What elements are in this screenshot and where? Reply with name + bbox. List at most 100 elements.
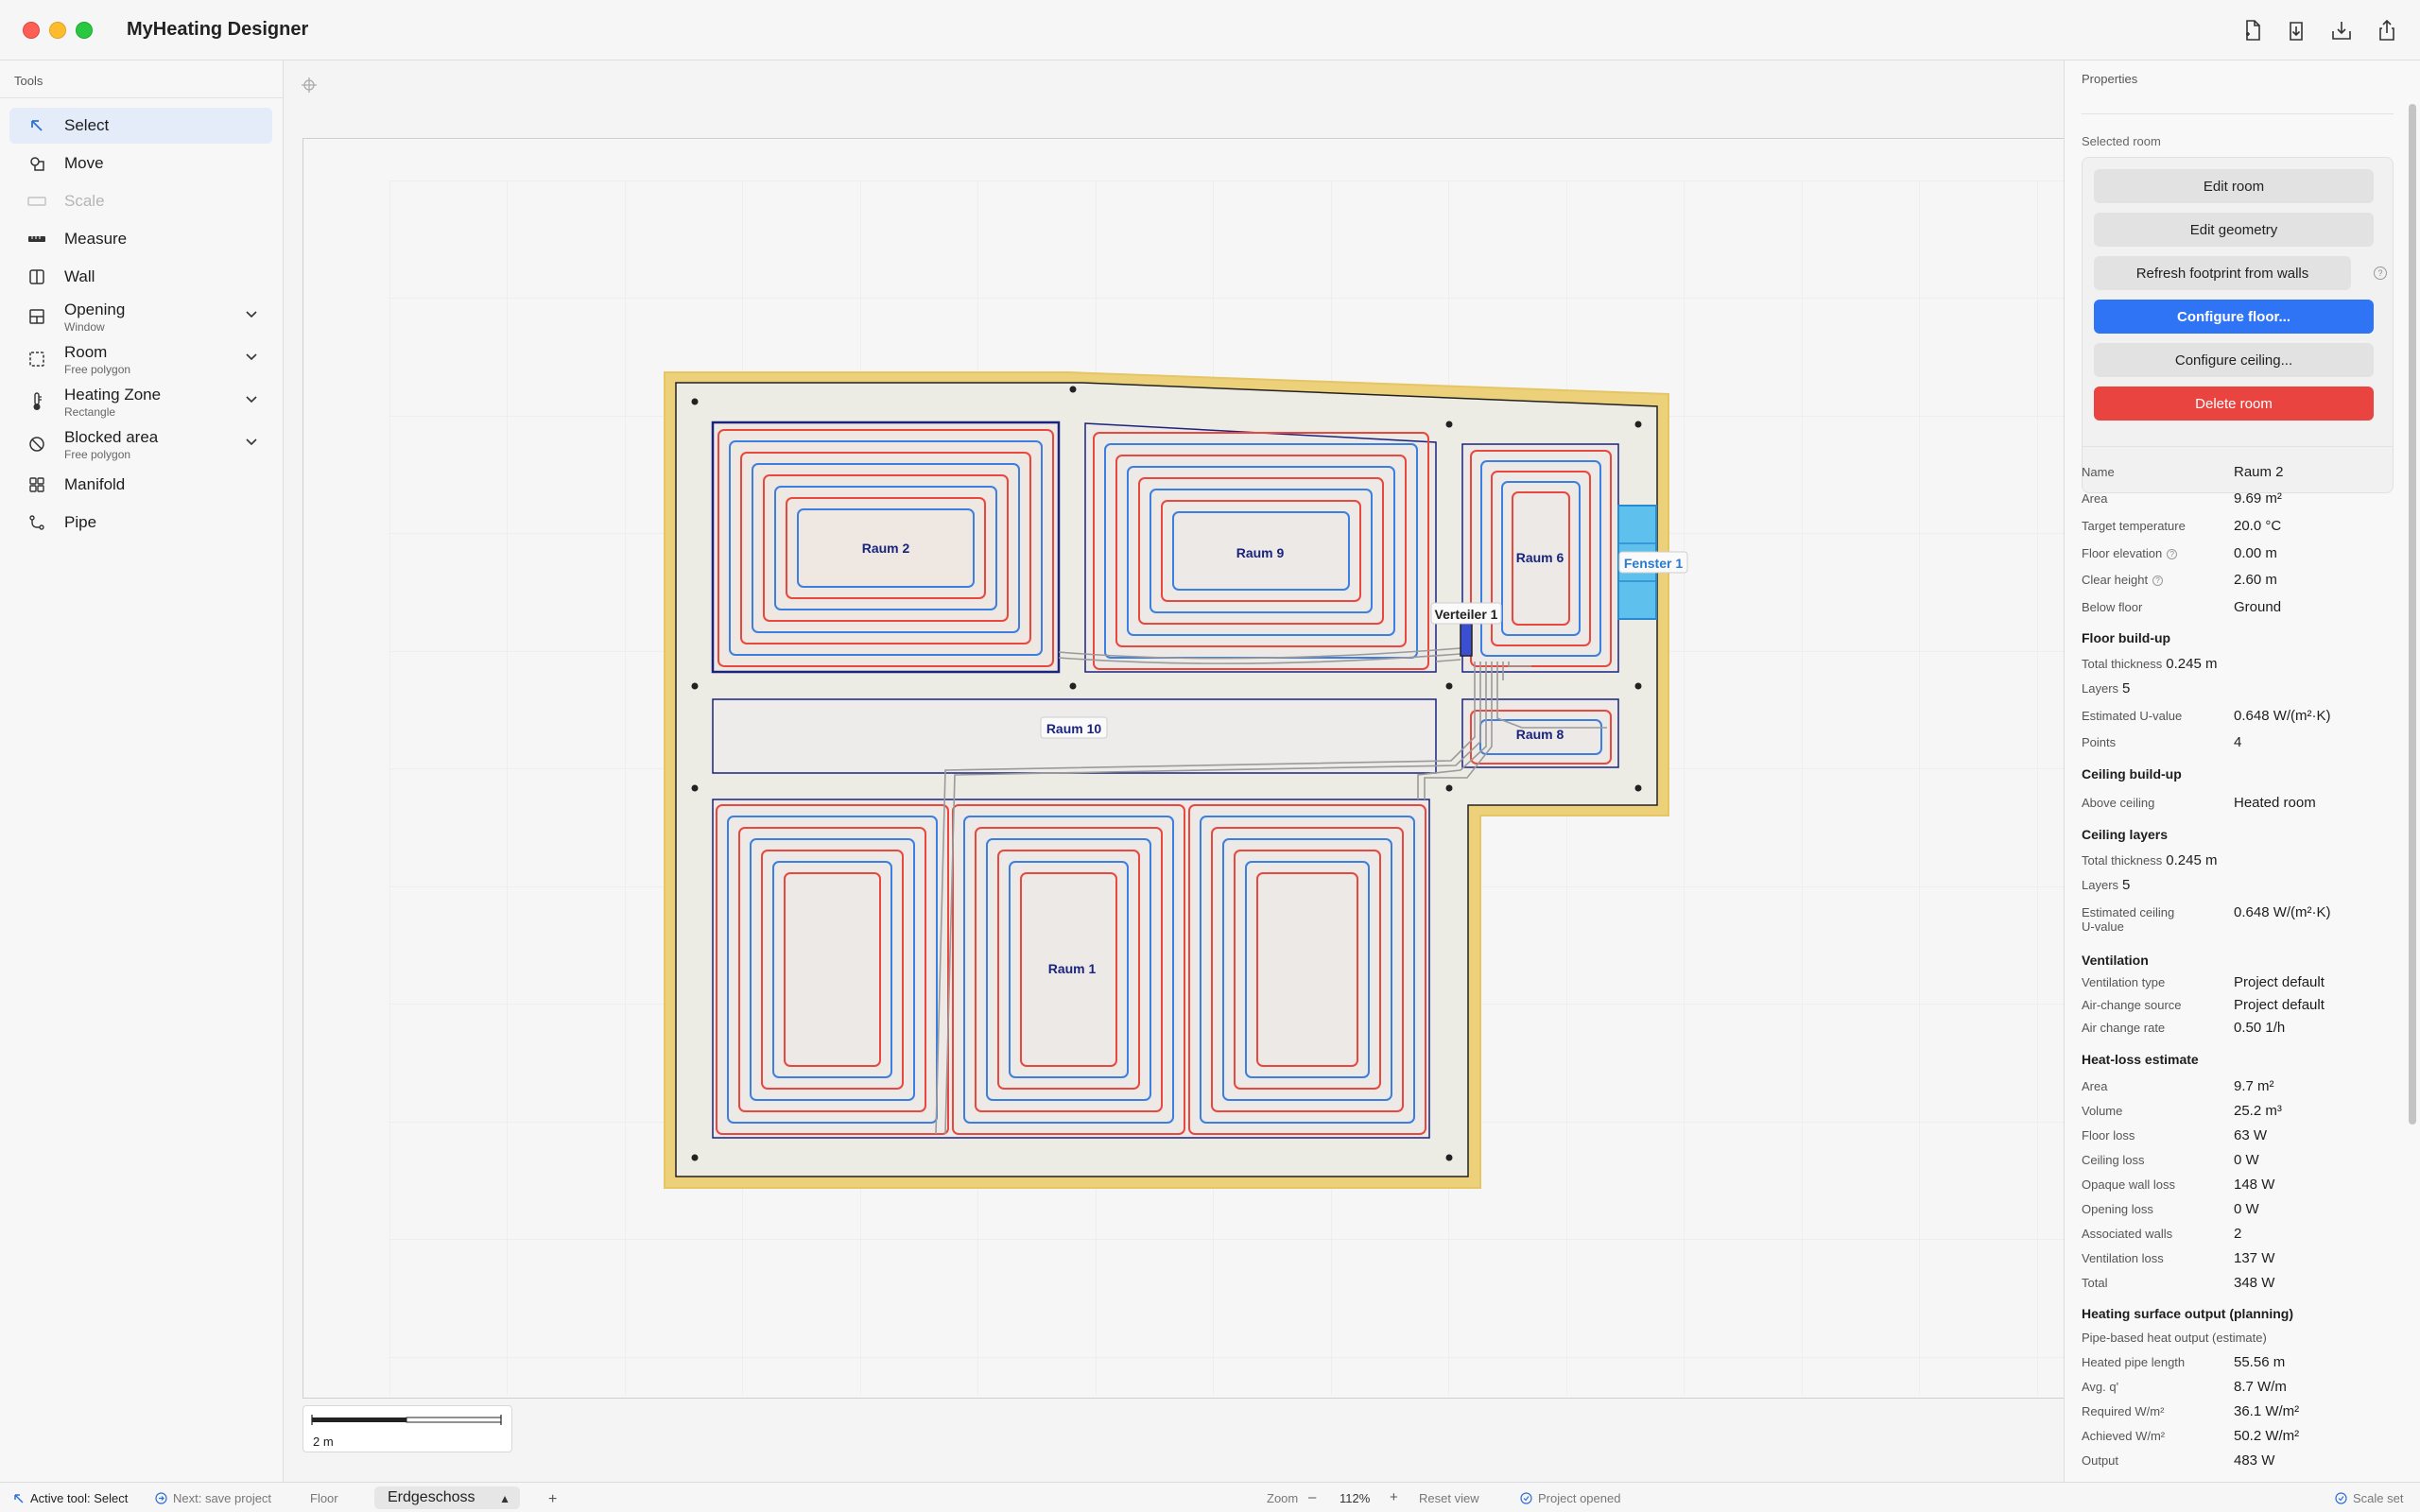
new-file-icon[interactable] — [2238, 15, 2268, 45]
label-raum-1: Raum 1 — [1048, 961, 1097, 976]
help-icon[interactable]: ? — [2374, 266, 2387, 280]
prop-points: Points 4 — [2082, 734, 2242, 750]
prop-hl-ventilation-loss: Ventilation loss 137 W — [2082, 1250, 2275, 1266]
properties-header: Properties — [2082, 72, 2138, 86]
wall-node — [1634, 784, 1642, 792]
zoom-out-button[interactable]: – — [1308, 1489, 1316, 1505]
heating-output-subtitle: Pipe-based heat output (estimate) — [2082, 1331, 2267, 1345]
prop-area: Area 9.69 m² — [2082, 490, 2282, 507]
wall-node — [1634, 421, 1642, 428]
prop-hl-total: Total 348 W — [2082, 1275, 2275, 1291]
status-bar: Active tool: Select Next: save project F… — [0, 1482, 2420, 1512]
label-raum-8: Raum 8 — [1516, 727, 1564, 742]
configure-ceiling-button[interactable]: Configure ceiling... — [2094, 343, 2374, 377]
prop-hl-associated-walls: Associated walls 2 — [2082, 1226, 2242, 1242]
wall-node — [1445, 421, 1453, 428]
arrow-circle-icon — [155, 1492, 167, 1504]
prop-hl-volume: Volume 25.2 m³ — [2082, 1103, 2282, 1119]
prop-floor-layers: Layers 5 — [2082, 680, 2131, 696]
floor-label: Floor — [310, 1491, 338, 1505]
active-tool-status: Active tool: Select — [13, 1491, 128, 1505]
scale-label: 2 m — [313, 1435, 334, 1449]
wall-node — [691, 784, 699, 792]
selected-room-label: Selected room — [2082, 134, 2161, 148]
ventilation-title: Ventilation — [2082, 953, 2149, 968]
prop-air-change-rate: Air change rate 0.50 1/h — [2082, 1020, 2286, 1036]
check-circle-icon — [1520, 1492, 1532, 1504]
heating-output-title: Heating surface output (planning) — [2082, 1306, 2293, 1321]
prop-above-ceiling: Above ceiling Heated room — [2082, 795, 2316, 811]
edit-room-button[interactable]: Edit room — [2094, 169, 2374, 203]
wall-node — [691, 682, 699, 690]
wall-node — [691, 1154, 699, 1161]
prop-hl-area: Area 9.7 m² — [2082, 1078, 2274, 1094]
wall-node — [1634, 682, 1642, 690]
wall-node — [1069, 386, 1077, 393]
floor-plan[interactable]: Raum 2 Raum 9 Raum 6 Raum 8 Raum 1 Raum … — [0, 0, 2064, 1482]
zoom-in-button[interactable]: + — [1390, 1489, 1398, 1505]
zoom-label: Zoom — [1267, 1491, 1299, 1505]
wall-node — [1445, 784, 1453, 792]
wall-node — [1069, 682, 1077, 690]
prop-hl-opaque-wall-loss: Opaque wall loss 148 W — [2082, 1177, 2275, 1193]
verteiler-tag[interactable]: Verteiler 1 — [1430, 602, 1502, 625]
check-circle-icon — [2335, 1492, 2347, 1504]
label-raum-2: Raum 2 — [862, 541, 910, 556]
info-icon[interactable]: ? — [2167, 549, 2178, 560]
add-floor-button[interactable]: + — [548, 1491, 557, 1508]
label-raum-9: Raum 9 — [1236, 545, 1285, 560]
ceiling-layers-title: Ceiling layers — [2082, 827, 2169, 842]
cursor-arrow-icon — [14, 1493, 24, 1503]
ceiling-buildup-title: Ceiling build-up — [2082, 766, 2182, 782]
prop-ceiling-thickness: Total thickness 0.245 m — [2082, 852, 2218, 868]
fenster-tag[interactable]: Fenster 1 — [1618, 551, 1688, 574]
scale-status: Scale set — [2335, 1491, 2403, 1505]
label-raum-6: Raum 6 — [1516, 550, 1564, 565]
prop-ventilation-type: Ventilation type Project default — [2082, 974, 2325, 990]
prop-floor-u-value: Estimated U-value 0.648 W/(m²·K) — [2082, 708, 2331, 724]
prop-ho-avg-q: Avg. q' 8.7 W/m — [2082, 1379, 2287, 1395]
prop-ho-pipe-length: Heated pipe length 55.56 m — [2082, 1354, 2286, 1370]
prop-hl-ceiling-loss: Ceiling loss 0 W — [2082, 1152, 2259, 1168]
delete-room-button[interactable]: Delete room — [2094, 387, 2374, 421]
prop-ceiling-layers: Layers 5 — [2082, 877, 2131, 893]
prop-ho-required: Required W/m² 36.1 W/m² — [2082, 1403, 2300, 1419]
wall-node — [691, 398, 699, 405]
import-icon[interactable] — [2281, 15, 2311, 45]
configure-floor-button[interactable]: Configure floor... — [2094, 300, 2374, 334]
reset-view-button[interactable]: Reset view — [1419, 1491, 1479, 1505]
manifold-verteiler-1[interactable] — [1460, 623, 1473, 657]
label-verteiler-1: Verteiler 1 — [1435, 607, 1498, 622]
heat-loss-title: Heat-loss estimate — [2082, 1052, 2199, 1067]
next-step-status: Next: save project — [155, 1491, 271, 1505]
edit-geometry-button[interactable]: Edit geometry — [2094, 213, 2374, 247]
refresh-footprint-button[interactable]: Refresh footprint from walls — [2094, 256, 2351, 290]
prop-below-floor: Below floor Ground — [2082, 599, 2282, 615]
wall-node — [1445, 682, 1453, 690]
prop-clear-height: Clear height? 2.60 m — [2082, 572, 2277, 588]
prop-ho-achieved: Achieved W/m² 50.2 W/m² — [2082, 1428, 2300, 1444]
prop-air-change-source: Air-change source Project default — [2082, 997, 2325, 1013]
floor-select[interactable]: Erdgeschoss ▲ — [374, 1486, 520, 1509]
prop-name: Name Raum 2 — [2082, 464, 2284, 480]
properties-scrollbar[interactable] — [2409, 104, 2416, 1125]
prop-hl-opening-loss: Opening loss 0 W — [2082, 1201, 2259, 1217]
download-icon[interactable] — [2326, 15, 2357, 45]
prop-ceiling-u-value: Estimated ceiling U-value 0.648 W/(m²·K) — [2082, 904, 2331, 934]
prop-target-temperature: Target temperature 20.0 °C — [2082, 518, 2282, 534]
prop-floor-elevation: Floor elevation? 0.00 m — [2082, 545, 2277, 561]
stepper-icon: ▲ — [499, 1492, 510, 1505]
properties-panel: Properties Selected room Edit room Edit … — [2064, 60, 2420, 1482]
wall-node — [1445, 1154, 1453, 1161]
prop-floor-thickness: Total thickness 0.245 m — [2082, 656, 2218, 672]
prop-ho-output: Output 483 W — [2082, 1452, 2275, 1469]
scale-bar: 2 m — [302, 1405, 512, 1452]
info-icon[interactable]: ? — [2152, 576, 2164, 587]
label-raum-10: Raum 10 — [1046, 721, 1102, 736]
raum-10-tag[interactable]: Raum 10 — [1040, 716, 1108, 739]
floor-buildup-title: Floor build-up — [2082, 630, 2171, 645]
room-actions: Edit room Edit geometry Refresh footprin… — [2082, 157, 2394, 493]
prop-hl-floor-loss: Floor loss 63 W — [2082, 1127, 2268, 1143]
label-fenster-1: Fenster 1 — [1624, 556, 1683, 571]
share-icon[interactable] — [2372, 15, 2402, 45]
